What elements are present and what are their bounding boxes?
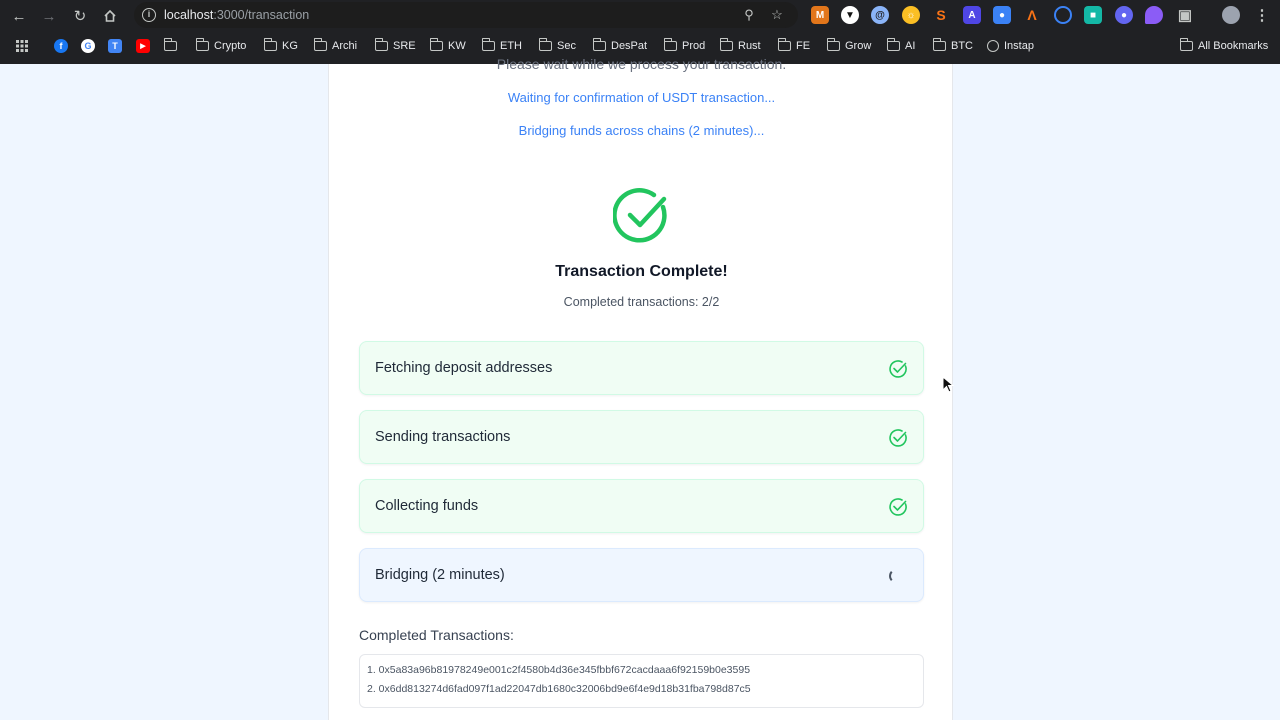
bookmarks-bar: f G T ▶ Crypto KG Archi SRE KW ETH Sec D… [0, 34, 1280, 58]
youtube-bookmark-icon[interactable]: ▶ [136, 38, 150, 54]
folder-icon [263, 38, 277, 51]
at-extension-icon[interactable]: @ [871, 6, 889, 24]
loading-spinner-icon [889, 569, 903, 583]
usdt-confirmation-status: Waiting for confirmation of USDT transac… [507, 90, 776, 105]
transaction-hash[interactable]: 2. 0x6dd813274d6fad097f1ad22047db1680c32… [367, 680, 916, 699]
transaction-card: Please wait while we process your transa… [328, 56, 953, 720]
google-bookmark-icon[interactable]: G [81, 38, 95, 54]
bookmark-folder-crypto[interactable]: Crypto [195, 38, 246, 54]
ring-extension-icon[interactable] [1054, 6, 1072, 24]
browser-chrome: ← → ↻ i localhost:3000/transaction ⚲ ☆ M… [0, 0, 1280, 64]
step-sending-transactions: Sending transactions [359, 410, 924, 464]
metamask-extension-icon[interactable]: M [811, 6, 829, 24]
bookmark-star-icon[interactable]: ☆ [768, 6, 786, 24]
folder-icon [826, 38, 840, 51]
folder-icon [886, 38, 900, 51]
check-circle-icon [889, 360, 907, 378]
back-arrow-icon[interactable]: ← [9, 6, 29, 26]
bookmark-folder-sre[interactable]: SRE [374, 38, 416, 54]
success-check-icon [613, 188, 667, 243]
browser-menu-icon[interactable]: ⋮ [1253, 6, 1271, 24]
bookmark-instap[interactable]: Instap [987, 38, 1034, 54]
folder-icon [592, 38, 606, 51]
bookmark-folder-rust[interactable]: Rust [719, 38, 761, 54]
folder-icon [429, 38, 443, 51]
bookmark-folder-prod[interactable]: Prod [663, 38, 705, 54]
step-bridging: Bridging (2 minutes) [359, 548, 924, 602]
step-label: Sending transactions [375, 429, 511, 445]
facebook-bookmark-icon[interactable]: f [54, 38, 68, 54]
forward-arrow-icon[interactable]: → [39, 6, 59, 26]
shield-extension-icon[interactable]: ▼ [841, 6, 859, 24]
profile-avatar[interactable] [1222, 6, 1240, 24]
bookmark-folder-kg[interactable]: KG [263, 38, 298, 54]
site-info-icon[interactable]: i [142, 8, 156, 22]
step-label: Bridging (2 minutes) [375, 567, 505, 583]
mouse-cursor-icon [942, 376, 954, 393]
bridging-status: Bridging funds across chains (2 minutes)… [518, 123, 765, 138]
completed-count: Completed transactions: 2/2 [563, 295, 720, 309]
purple-extension-icon[interactable] [1145, 6, 1163, 24]
url-text[interactable]: localhost:3000/transaction [164, 8, 309, 22]
check-circle-icon [889, 429, 907, 447]
folder-icon [719, 38, 733, 51]
folder-icon [313, 38, 327, 51]
step-collecting-funds: Collecting funds [359, 479, 924, 533]
folder-icon [777, 38, 791, 51]
bookmark-folder-kw[interactable]: KW [429, 38, 466, 54]
folder-icon [538, 38, 552, 51]
bookmark-folder-archi[interactable]: Archi [313, 38, 357, 54]
bookmark-folder-despat[interactable]: DesPat [592, 38, 647, 54]
folder-icon [663, 38, 677, 51]
home-icon[interactable] [100, 6, 120, 26]
profile-extension-icon[interactable]: ● [1115, 6, 1133, 24]
blue-extension-icon[interactable]: ● [993, 6, 1011, 24]
s-extension-icon[interactable]: S [932, 6, 950, 24]
bookmark-folder-fe[interactable]: FE [777, 38, 810, 54]
address-bar[interactable]: i localhost:3000/transaction ⚲ ☆ [134, 2, 798, 28]
completed-transactions-heading: Completed Transactions: [359, 627, 514, 643]
transaction-hash[interactable]: 1. 0x5a83a96b81978249e001c2f4580b4d36e34… [367, 661, 916, 680]
globe-icon [987, 40, 999, 52]
a-extension-icon[interactable]: A [963, 6, 981, 24]
transaction-complete-title: Transaction Complete! [555, 263, 728, 280]
extensions-puzzle-icon[interactable]: ▣ [1176, 6, 1194, 24]
step-fetching-deposit-addresses: Fetching deposit addresses [359, 341, 924, 395]
zoom-icon[interactable]: ⚲ [740, 6, 758, 24]
bookmark-folder-grow[interactable]: Grow [826, 38, 871, 54]
chat-extension-icon[interactable]: ■ [1084, 6, 1102, 24]
check-circle-icon [889, 498, 907, 516]
bookmark-folder-btc[interactable]: BTC [932, 38, 973, 54]
step-label: Fetching deposit addresses [375, 360, 553, 376]
folder-icon [195, 38, 209, 51]
step-label: Collecting funds [375, 498, 479, 514]
triangle-extension-icon[interactable]: Λ [1023, 6, 1041, 24]
apps-grid-icon[interactable] [15, 38, 29, 54]
bookmark-folder-eth[interactable]: ETH [481, 38, 522, 54]
all-bookmarks[interactable]: All Bookmarks [1179, 38, 1268, 54]
sun-extension-icon[interactable]: ☼ [902, 6, 920, 24]
bookmark-folder-sec[interactable]: Sec [538, 38, 576, 54]
folder-icon [1179, 38, 1193, 51]
translate-bookmark-icon[interactable]: T [108, 38, 122, 54]
bookmark-folder-ai[interactable]: AI [886, 38, 915, 54]
folder-icon [932, 38, 946, 51]
browser-toolbar: ← → ↻ i localhost:3000/transaction ⚲ ☆ M… [0, 0, 1280, 31]
reload-icon[interactable]: ↻ [70, 6, 90, 26]
folder-icon [374, 38, 388, 51]
folder-bookmark-icon[interactable] [163, 38, 177, 54]
wait-message: Please wait while we process your transa… [496, 56, 787, 72]
folder-icon [481, 38, 495, 51]
transaction-hash-list: 1. 0x5a83a96b81978249e001c2f4580b4d36e34… [359, 654, 924, 708]
